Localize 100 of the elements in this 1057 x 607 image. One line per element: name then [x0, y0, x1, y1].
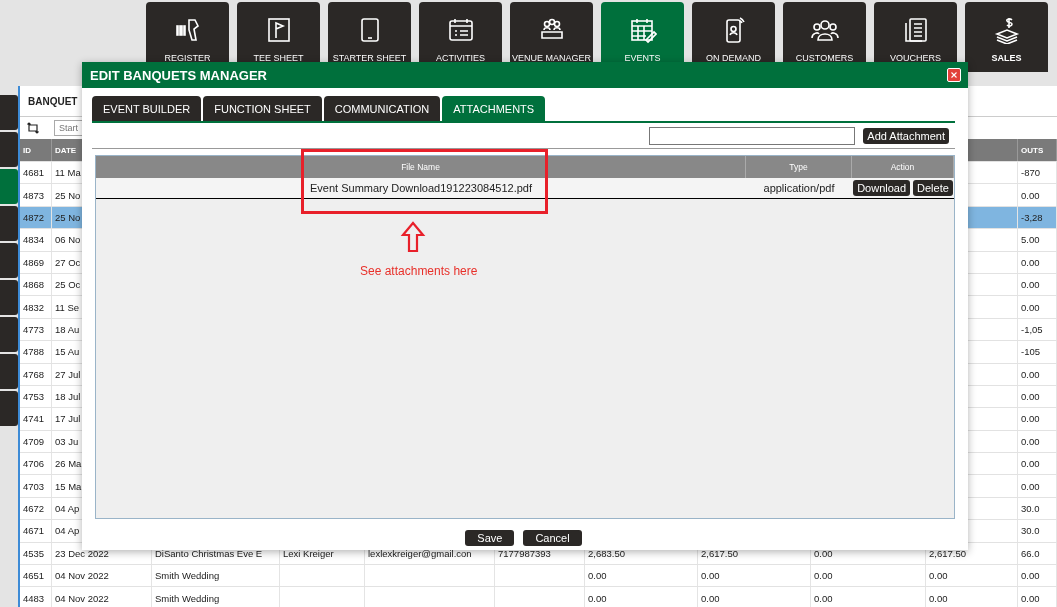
column-header: Type — [789, 162, 808, 172]
table-cell: 4651 — [23, 570, 45, 582]
table-cell: 04 Nov 2022 — [55, 570, 109, 582]
table-cell: 03 Ju — [55, 435, 79, 447]
table-cell: 4768 — [23, 368, 45, 380]
table-cell: 27 Jul — [55, 368, 81, 380]
table-cell: 25 No — [55, 211, 81, 223]
table-cell: 0.00 — [929, 570, 948, 582]
footer-button[interactable]: Save — [465, 530, 515, 546]
table-cell: 4773 — [23, 323, 45, 335]
table-row[interactable]: 4651 04 Nov 2022 Smith Wedding 0.00 0.00 0.00 0.00 0.00 — [20, 565, 1057, 588]
table-cell: 0.00 — [1021, 301, 1040, 313]
table-cell: 4681 — [23, 167, 45, 179]
file-name: Event Summary Download191223084512.pdf — [310, 182, 532, 194]
table-cell: 4671 — [23, 525, 45, 537]
table-cell: 18 Jul — [55, 391, 81, 403]
add-attachment-button[interactable]: Add Attachment — [863, 128, 949, 144]
table-cell: 4483 — [23, 592, 45, 604]
table-cell: 4868 — [23, 279, 45, 291]
calendar-pencil-icon — [628, 16, 657, 44]
column-header: Action — [890, 162, 915, 172]
table-cell: 25 Oc — [55, 279, 81, 291]
dialog-tab[interactable]: FUNCTION SHEET — [203, 96, 322, 121]
table-cell: 0.00 — [1021, 368, 1040, 380]
table-cell: 0.00 — [1021, 592, 1040, 604]
table-cell: 4753 — [23, 391, 45, 403]
table-cell: 4834 — [23, 234, 45, 246]
table-cell: 4672 — [23, 503, 45, 515]
action-button[interactable]: Download — [853, 180, 911, 196]
sidebar-button[interactable] — [0, 317, 18, 352]
table-cell: 4706 — [23, 458, 45, 470]
table-cell: 0.00 — [1021, 279, 1040, 291]
table-cell: 0.00 — [929, 592, 948, 604]
table-cell: -1,05 — [1021, 323, 1043, 335]
arrow-up-icon — [400, 221, 426, 253]
table-cell: 7177987393 — [498, 547, 551, 559]
table-cell: 0.00 — [814, 547, 833, 559]
action-button[interactable]: Delete — [913, 180, 953, 196]
column-header: ID — [23, 145, 31, 155]
table-cell: 0.00 — [1021, 458, 1040, 470]
table-cell: 2,617.50 — [929, 547, 966, 559]
table-cell: 0.00 — [1021, 256, 1040, 268]
table-cell: 4788 — [23, 346, 45, 358]
table-cell: 0.00 — [814, 570, 833, 582]
table-cell: 15 Ma — [55, 480, 82, 492]
table-cell: 0.00 — [1021, 570, 1040, 582]
table-cell: 30.0 — [1021, 525, 1040, 537]
table-row[interactable]: 4483 04 Nov 2022 Smith Wedding 0.00 0.00 0.00 0.00 0.00 — [20, 587, 1057, 607]
table-cell: 4873 — [23, 189, 45, 201]
table-cell: 4535 — [23, 547, 45, 559]
sidebar-button[interactable] — [0, 95, 18, 130]
table-cell: 0.00 — [1021, 480, 1040, 492]
footer-button[interactable]: Cancel — [523, 530, 582, 546]
scanner-icon — [173, 16, 202, 44]
file-type: application/pdf — [763, 182, 835, 194]
sidebar-button[interactable] — [0, 169, 18, 204]
table-cell: 18 Au — [55, 323, 80, 335]
table-cell: 0.00 — [701, 570, 720, 582]
table-cell: DiSanto Christmas Eve E — [155, 547, 263, 559]
table-cell: 30.0 — [1021, 503, 1040, 515]
table-cell: 11 Ma — [55, 167, 81, 179]
table-cell: 0.00 — [1021, 435, 1040, 447]
column-header: OUTS — [1021, 145, 1044, 155]
sidebar-button[interactable] — [0, 206, 18, 241]
table-cell: 04 Nov 2022 — [55, 592, 109, 604]
panel-tab[interactable]: BANQUET — [28, 95, 78, 107]
table-cell: 4869 — [23, 256, 45, 268]
calendar-list-icon — [446, 16, 475, 44]
table-cell: 11 Se — [55, 301, 80, 313]
table-cell: 27 Oc — [55, 256, 81, 268]
table-cell: 17 Jul — [55, 413, 81, 425]
table-cell: 25 No — [55, 189, 81, 201]
table-cell: -870 — [1021, 167, 1040, 179]
table-cell: 26 Ma — [55, 458, 82, 470]
sidebar-button[interactable] — [0, 132, 18, 167]
table-cell: 66.0 — [1021, 547, 1040, 559]
sidebar-button[interactable] — [0, 354, 18, 389]
annotation-text: See attachments here — [360, 264, 478, 278]
table-cell: Smith Wedding — [155, 570, 220, 582]
sidebar-button[interactable] — [0, 280, 18, 315]
attachment-field[interactable] — [649, 127, 856, 145]
sidebar-button[interactable] — [0, 391, 18, 426]
table-cell: 0.00 — [814, 592, 833, 604]
table-cell: 4709 — [23, 435, 45, 447]
table-cell: Smith Wedding — [155, 592, 220, 604]
dialog-tab[interactable]: EVENT BUILDER — [92, 96, 202, 121]
dialog-tab[interactable]: COMMUNICATION — [323, 96, 441, 121]
table-cell: 4741 — [23, 413, 45, 425]
table-cell: 4872 — [23, 211, 45, 223]
sidebar-button[interactable] — [0, 243, 18, 278]
table-cell: 4832 — [23, 301, 45, 313]
table-cell: 0.00 — [1021, 391, 1040, 403]
table-cell: 0.00 — [588, 592, 607, 604]
table-cell: 0.00 — [1021, 413, 1040, 425]
nav-button[interactable]: SALES — [965, 2, 1048, 72]
table-cell: 15 Au — [55, 346, 80, 358]
column-header: DATE — [55, 145, 77, 155]
dialog-tab[interactable]: ATTACHMENTS — [442, 96, 546, 121]
table-cell: -3,28 — [1021, 211, 1043, 223]
table-cell: 06 No — [55, 234, 81, 246]
